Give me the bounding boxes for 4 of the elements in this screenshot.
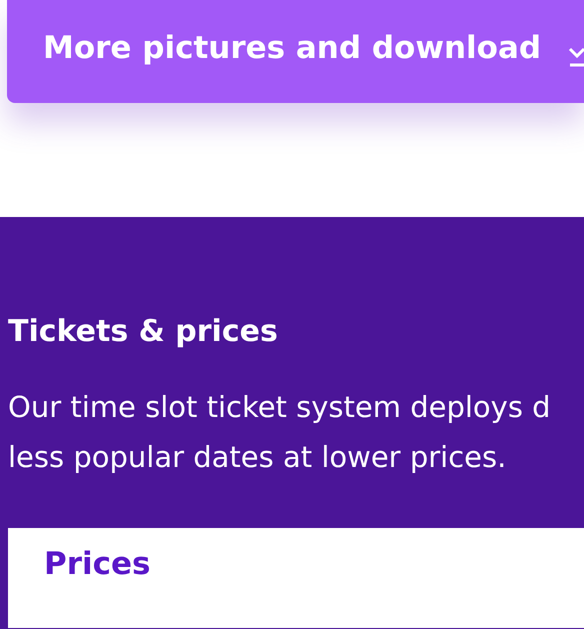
card-heading: Prices (44, 546, 150, 582)
download-button[interactable]: More pictures and download (7, 0, 584, 103)
section-heading: Tickets & prices (8, 313, 279, 351)
section-description: Our time slot ticket system deploys d less popular dates at lower prices. (8, 389, 552, 476)
